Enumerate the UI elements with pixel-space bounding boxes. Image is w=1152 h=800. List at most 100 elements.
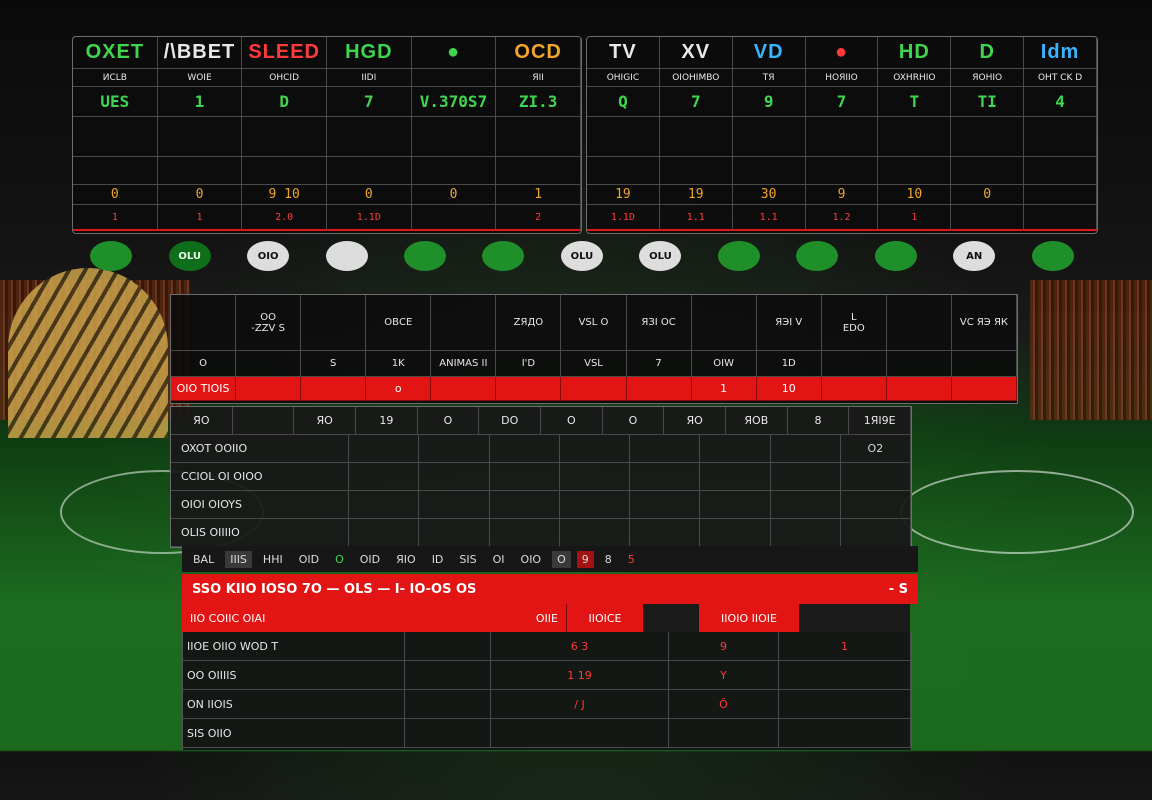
- right-odds-total-6[interactable]: [1024, 205, 1097, 231]
- lower-row-cell[interactable]: [630, 463, 701, 491]
- mid-row-0[interactable]: O: [171, 351, 237, 377]
- left-odds-total-2[interactable]: 2.0: [242, 205, 327, 231]
- right-bookmaker-logo-5[interactable]: D: [951, 37, 1025, 69]
- mid-header-10[interactable]: L EDO: [821, 295, 887, 351]
- market-tab-2[interactable]: HHI: [258, 551, 288, 568]
- mid-red-6[interactable]: [561, 377, 627, 401]
- lower-row-cell[interactable]: [419, 491, 490, 519]
- market-tab-12[interactable]: 9: [576, 550, 594, 568]
- lower-row-cell[interactable]: [700, 491, 771, 519]
- left-odds-line-2[interactable]: 9 10: [242, 185, 327, 205]
- mid-header-6[interactable]: VSL O: [561, 295, 627, 351]
- left-odds-total-1[interactable]: 1: [157, 205, 243, 231]
- mid-header-0[interactable]: [171, 295, 237, 351]
- team-badge-icon-8[interactable]: [717, 241, 760, 271]
- lower-row-cell[interactable]: [419, 463, 490, 491]
- right-odds-line-2[interactable]: 30: [732, 185, 806, 205]
- left-bookmaker-logo-3[interactable]: HGD: [326, 37, 412, 69]
- mid-row-10[interactable]: [821, 351, 887, 377]
- left-odds-line-1[interactable]: 0: [157, 185, 243, 205]
- left-odds-main-4[interactable]: V.370S7: [411, 87, 497, 117]
- left-odds-total-3[interactable]: 1.1D: [326, 205, 412, 231]
- lower-row-cell[interactable]: [630, 519, 701, 547]
- mid-red-10[interactable]: [821, 377, 887, 401]
- left-odds-line-5[interactable]: 1: [496, 185, 581, 205]
- right-bookmaker-logo-1[interactable]: XV: [659, 37, 733, 69]
- bottom-row-odds[interactable]: 9: [669, 632, 779, 661]
- right-odds-main-3[interactable]: 7: [805, 87, 879, 117]
- team-badge-icon-11[interactable]: AN: [953, 241, 996, 271]
- left-odds-main-3[interactable]: 7: [326, 87, 412, 117]
- mid-row-6[interactable]: VSL: [561, 351, 627, 377]
- bottom-row-odds[interactable]: Ŏ: [669, 690, 779, 719]
- left-odds-line-4[interactable]: 0: [411, 185, 497, 205]
- market-tab-4[interactable]: O: [330, 551, 349, 568]
- left-odds-main-5[interactable]: ZI.3: [496, 87, 581, 117]
- left-odds-total-4[interactable]: [411, 205, 497, 231]
- selection-mid[interactable]: IIOICE: [566, 604, 643, 632]
- lower-row-cell[interactable]: [700, 463, 771, 491]
- left-odds-total-0[interactable]: 1: [73, 205, 158, 231]
- right-odds-total-3[interactable]: 1.2: [805, 205, 879, 231]
- market-tab-9[interactable]: OI: [488, 551, 510, 568]
- market-tab-6[interactable]: ЯIO: [391, 551, 421, 568]
- left-bookmaker-logo-2[interactable]: SLEED: [242, 37, 327, 69]
- mid-red-11[interactable]: [886, 377, 952, 401]
- right-bookmaker-logo-6[interactable]: Idm: [1024, 37, 1097, 69]
- mid-row-11[interactable]: [886, 351, 952, 377]
- market-tab-1[interactable]: IIIS: [225, 550, 252, 568]
- market-tab-8[interactable]: SIS: [454, 551, 481, 568]
- lower-row-cell[interactable]: [559, 435, 630, 463]
- lower-row-cell[interactable]: [349, 519, 420, 547]
- right-odds-total-2[interactable]: 1.1: [732, 205, 806, 231]
- mid-red-12[interactable]: [951, 377, 1017, 401]
- lower-row-cell[interactable]: [349, 491, 420, 519]
- lower-row-cell[interactable]: [630, 491, 701, 519]
- mid-row-12[interactable]: [951, 351, 1017, 377]
- lower-row-cell[interactable]: [700, 435, 771, 463]
- lower-row-cell[interactable]: [840, 463, 911, 491]
- mid-row-5[interactable]: I'D: [496, 351, 562, 377]
- mid-header-3[interactable]: ОВСЕ: [366, 295, 432, 351]
- mid-row-1[interactable]: [236, 351, 302, 377]
- bottom-row-2[interactable]: ON IIOIS / JŎ: [183, 690, 911, 719]
- left-odds-line-3[interactable]: 0: [326, 185, 412, 205]
- right-odds-main-1[interactable]: 7: [659, 87, 733, 117]
- mid-header-12[interactable]: VC ЯЭ ЯК: [951, 295, 1017, 351]
- mid-red-5[interactable]: [496, 377, 562, 401]
- mid-row-4[interactable]: ANIMAS II: [431, 351, 497, 377]
- team-badge-icon-4[interactable]: [404, 241, 447, 271]
- bottom-row-odds[interactable]: / J: [491, 690, 669, 719]
- right-odds-line-0[interactable]: 19: [587, 185, 660, 205]
- selection-right[interactable]: IIOIO IIOIE: [699, 604, 799, 632]
- mid-row-8[interactable]: OIW: [691, 351, 757, 377]
- lower-row-2[interactable]: OIOI OIOYS: [171, 491, 911, 519]
- lower-row-cell[interactable]: [770, 491, 841, 519]
- bottom-row-odds[interactable]: [491, 719, 669, 748]
- bottom-row-1[interactable]: OO OIIIIS 1 19 Y: [183, 661, 911, 690]
- lower-row-cell[interactable]: [700, 519, 771, 547]
- bottom-row-0[interactable]: IIOE OIIO WOD T 6 391: [183, 632, 911, 661]
- mid-red-3[interactable]: o: [366, 377, 432, 401]
- right-odds-line-5[interactable]: 0: [951, 185, 1025, 205]
- lower-row-cell[interactable]: O2: [840, 435, 911, 463]
- team-badge-icon-10[interactable]: [874, 241, 917, 271]
- left-bookmaker-logo-5[interactable]: OCD: [496, 37, 581, 69]
- left-bookmaker-logo-1[interactable]: /\BBET: [157, 37, 243, 69]
- left-odds-main-0[interactable]: UES: [73, 87, 158, 117]
- market-tab-5[interactable]: OID: [355, 551, 385, 568]
- mid-row-9[interactable]: 1D: [756, 351, 822, 377]
- bottom-row-odds[interactable]: 6 3: [491, 632, 669, 661]
- selection-left[interactable]: IIO COIIC OIAI OIIE: [182, 604, 566, 632]
- mid-header-7[interactable]: ЯЗI OC: [626, 295, 692, 351]
- team-badge-icon-0[interactable]: [90, 241, 133, 271]
- mid-red-1[interactable]: [236, 377, 302, 401]
- mid-header-5[interactable]: ZЯДО: [496, 295, 562, 351]
- right-bookmaker-logo-3[interactable]: ●: [805, 37, 879, 69]
- left-odds-total-5[interactable]: 2: [496, 205, 581, 231]
- bottom-row-odds[interactable]: [405, 661, 491, 690]
- bottom-row-odds[interactable]: [405, 690, 491, 719]
- bottom-row-odds[interactable]: [405, 632, 491, 661]
- team-badge-icon-1[interactable]: OLU: [168, 241, 211, 271]
- team-badge-icon-5[interactable]: [482, 241, 525, 271]
